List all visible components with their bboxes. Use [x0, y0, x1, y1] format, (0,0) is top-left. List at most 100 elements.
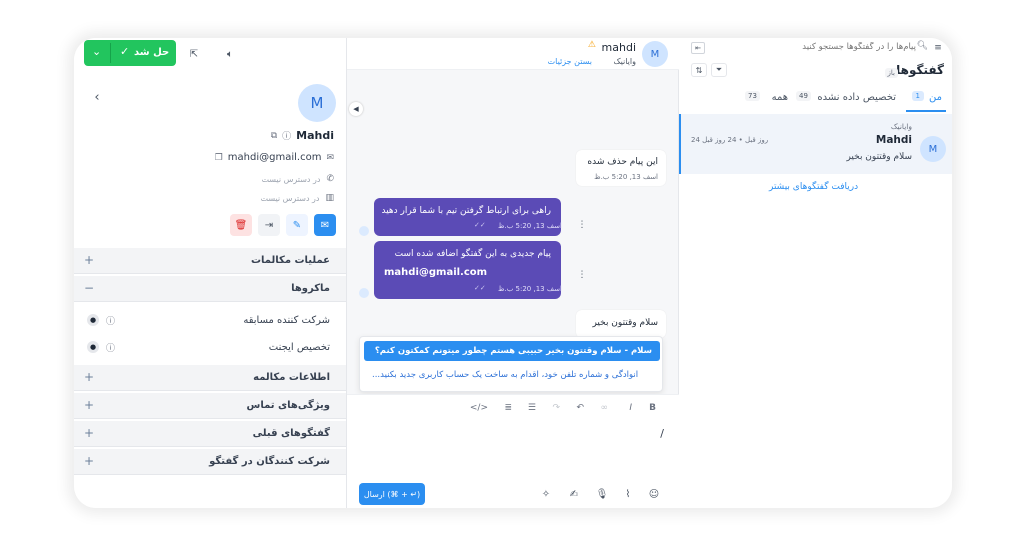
info-icon[interactable]: ⓘ [106, 341, 115, 354]
tab-label: همه [771, 92, 788, 103]
plus-icon: + [84, 370, 95, 384]
ai-assist-icon[interactable]: ✧ [539, 487, 553, 501]
contact-avatar: M [298, 84, 336, 122]
back-chevron-icon[interactable]: ‹ [90, 90, 104, 105]
edit-contact-button[interactable]: ✎ [286, 214, 308, 236]
accordion-macros[interactable]: − ماکروها [74, 276, 346, 302]
collapse-panel-button[interactable]: ◀ [349, 102, 363, 116]
message-email: mahdi@gmail.com [384, 267, 488, 278]
bullet-list-icon[interactable]: ☰ [528, 403, 536, 413]
tab-count: 73 [745, 91, 760, 101]
merge-contact-button[interactable]: ⇥ [258, 214, 280, 236]
message-menu-icon[interactable]: ⋮ [577, 220, 587, 230]
divider [110, 43, 111, 63]
tab-mine[interactable]: من 1 [906, 86, 946, 112]
search-icon: 🔍︎ [916, 41, 928, 51]
message-text: این پیام حذف شده [587, 157, 658, 167]
reply-icon[interactable] [359, 226, 369, 236]
contact-email-row: ❐ mahdi@gmail.com ✉ [215, 152, 334, 163]
emoji-icon[interactable]: ☺ [647, 487, 661, 501]
code-icon[interactable]: </> [470, 403, 488, 413]
accordion-title: عملیات مکالمات [250, 255, 330, 266]
load-more-link[interactable]: دریافت گفتگوهای بیشتر [769, 182, 858, 192]
warning-icon: ⚠ [587, 40, 596, 50]
bold-icon[interactable]: B [649, 403, 656, 413]
macro-item[interactable]: شرکت کننده مسابقه ⓘ ● [74, 308, 346, 334]
signature-icon[interactable]: ✍︎ [567, 487, 581, 501]
item-channel: وایانیک [890, 122, 912, 131]
status-badge[interactable]: باز [884, 68, 898, 78]
tab-count: 49 [796, 91, 811, 101]
accordion-title: شرکت کنندگان در گفتگو [209, 456, 330, 467]
send-label: ارسال (⌘ + ↵) [363, 489, 421, 499]
message-text: سلام وقتتون بخیر [592, 318, 658, 328]
close-details-link[interactable]: بستن جزئیات [548, 57, 592, 66]
minus-icon: − [84, 281, 95, 295]
microphone-icon[interactable]: 🎙︎ [595, 487, 609, 501]
header-avatar: M [642, 41, 668, 67]
plus-icon: + [84, 253, 95, 267]
redo-icon[interactable]: ↷ [552, 403, 560, 413]
external-link-icon[interactable]: ⧉ [271, 131, 277, 141]
ordered-list-icon[interactable]: ≣ [504, 403, 512, 413]
accordion-title: اطلاعات مکالمه [253, 372, 330, 383]
filter-icon[interactable]: ⏷ [711, 63, 727, 77]
attachment-icon[interactable]: ⌇ [621, 487, 635, 501]
link-icon[interactable]: ∞ [601, 403, 609, 413]
menu-icon[interactable]: ≡ [932, 42, 944, 54]
read-check-icon: ✓✓ [474, 221, 486, 229]
accordion-previous-conversations[interactable]: + گفتگوهای قبلی [74, 421, 346, 447]
header-contact-name[interactable]: mahdi [602, 41, 636, 54]
undo-icon[interactable]: ↶ [576, 403, 584, 413]
copy-icon[interactable]: ❐ [215, 153, 223, 163]
message-input[interactable]: / [660, 427, 664, 440]
run-macro-icon[interactable]: ● [87, 341, 99, 353]
header-channel: وایانیک [613, 57, 636, 66]
read-check-icon: ✓✓ [474, 284, 486, 292]
conversation-item[interactable]: M وایانیک Mahdi سلام وقتتون بخیر 24 روز … [679, 114, 952, 174]
message-incoming: این پیام حذف شده اسف 13, 5:20 ب.ظ [576, 150, 666, 186]
new-message-button[interactable]: ✉ [314, 214, 336, 236]
chat-panel: ◀ این پیام حذف شده اسف 13, 5:20 ب.ظ راهی… [346, 38, 680, 508]
accordion-contact-attributes[interactable]: + ویژگی‌های تماس [74, 393, 346, 419]
accordion-title: ماکروها [291, 283, 330, 294]
macro-label: تخصیص ایجنت [268, 342, 330, 353]
message-outgoing: پیام جدیدی به این گفتگو اضافه شده است ma… [374, 241, 562, 299]
item-preview: سلام وقتتون بخیر [846, 152, 912, 162]
message-time: اسف 13, 5:20 ب.ظ [498, 222, 562, 230]
canned-item-selected[interactable]: سلام - سلام وقتتون بخیر حبیبی هستم چطور … [364, 341, 660, 361]
contact-company: در دسترس نیست [260, 193, 320, 203]
tab-all[interactable]: همه 73 [745, 86, 790, 112]
check-icon: ✓ [120, 45, 130, 58]
message-menu-icon[interactable]: ⋮ [577, 270, 587, 280]
search-input[interactable] [716, 39, 916, 55]
contact-phone: در دسترس نیست [261, 174, 321, 184]
resolve-label: حل شد [134, 47, 170, 58]
message-time: اسف 13, 5:20 ب.ظ [594, 173, 658, 181]
canned-item[interactable]: ...انوادگی و شماره تلفن خود، اقدام به سا… [364, 366, 660, 386]
sort-icon[interactable]: ⇅ [691, 63, 707, 77]
macro-item[interactable]: تخصیص ایجنت ⓘ ● [74, 335, 346, 361]
tab-unassigned[interactable]: تخصیص داده نشده 49 [790, 86, 900, 112]
mute-icon[interactable]: 🔈︎ [222, 46, 238, 62]
italic-icon[interactable]: I [629, 403, 632, 413]
run-macro-icon[interactable]: ● [87, 314, 99, 326]
accordion-conversation-actions[interactable]: + عملیات مکالمات [74, 248, 346, 274]
accordion-conversation-info[interactable]: + اطلاعات مکالمه [74, 365, 346, 391]
contact-email[interactable]: mahdi@gmail.com [228, 152, 322, 163]
resolve-button[interactable]: ⌄ ✓ حل شد [84, 40, 176, 66]
delete-contact-button[interactable]: 🗑︎ [230, 214, 252, 236]
tab-count: 1 [911, 91, 924, 101]
item-time: 24 روز قبل • 24 روز قبل [691, 136, 769, 144]
info-icon[interactable]: ⓘ [106, 314, 115, 327]
accordion-title: گفتگوهای قبلی [252, 428, 330, 439]
share-icon[interactable]: ⇱ [186, 46, 202, 62]
canned-item-text: سلام - سلام وقتتون بخیر حبیبی هستم چطور … [374, 346, 652, 356]
accordion-participants[interactable]: + شرکت کنندگان در گفتگو [74, 449, 346, 475]
send-button[interactable]: ارسال (⌘ + ↵) [359, 483, 425, 505]
chevron-down-icon[interactable]: ⌄ [92, 45, 101, 58]
item-name: Mahdi [875, 134, 912, 146]
message-incoming: سلام وقتتون بخیر [576, 310, 666, 338]
collapse-sidebar-icon[interactable]: ⇤ [691, 42, 705, 54]
reply-icon[interactable] [359, 288, 369, 298]
